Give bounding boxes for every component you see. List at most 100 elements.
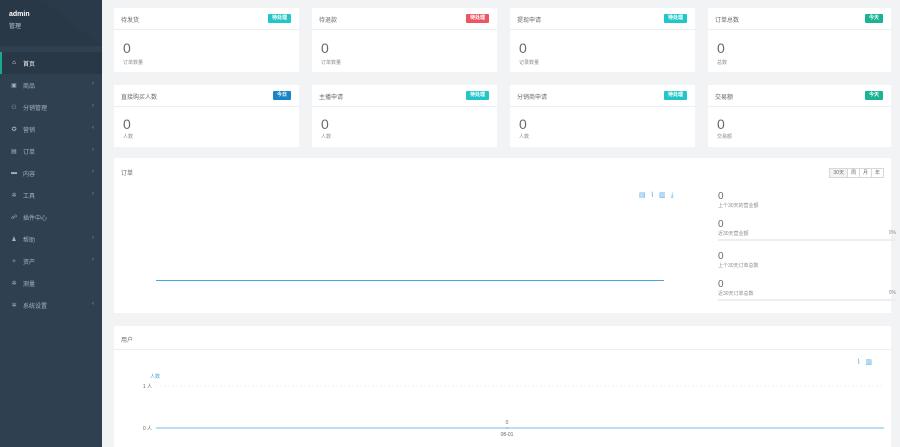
card-title: 交易额	[715, 95, 734, 101]
sidebar-item[interactable]: ▤ 订单 ‹	[0, 140, 102, 162]
range-switch: 30天 周 月 年	[829, 168, 884, 178]
status-badge: 待处理	[267, 14, 291, 23]
status-badge: 今日	[272, 91, 291, 100]
card-value: 0	[717, 116, 725, 132]
sidebar-nav: ⌂ 首页 ▣ 商品 ‹ ⚇ 分销管理 ‹ ✪ 营销 ‹ ▤ 订单 ‹ ▬ 内容 ‹ ✲ 工具 ‹ ☍ 插件中心 ♟ 帮助 ‹ ✧ 资…	[0, 46, 102, 316]
users-panel: 用户 ⌇▥ 人数 1 人0 人 0 08-01	[114, 326, 891, 447]
sidebar-item[interactable]: ✧ 资产 ‹	[0, 250, 102, 272]
chevron-left-icon: ‹	[92, 169, 94, 175]
orders-chart-baseline	[156, 280, 664, 281]
card-title: 待退款	[319, 18, 338, 24]
measure-icon: ✲	[11, 280, 17, 287]
y-tick-label: 0 人	[143, 426, 152, 432]
sidebar-item[interactable]: ⚇ 分销管理 ‹	[0, 96, 102, 118]
plugin-icon: ☍	[10, 214, 18, 221]
sidebar-item-label: 分销管理	[23, 105, 48, 112]
download-icon[interactable]: ⤓	[671, 192, 679, 199]
chevron-left-icon: ‹	[92, 191, 94, 197]
sidebar-item-label: 帮助	[23, 237, 36, 244]
status-badge: 待处理	[465, 91, 489, 100]
stat-percent: 0%	[888, 290, 896, 296]
sidebar-item-label: 系统设置	[23, 303, 48, 310]
progress-bar	[718, 239, 896, 241]
status-badge: 待处理	[663, 14, 687, 23]
chevron-left-icon: ‹	[92, 103, 94, 109]
profile-decoration	[42, 0, 102, 46]
card-title: 主播申请	[319, 95, 344, 101]
user-name: admin	[9, 11, 30, 18]
tools-icon: ✲	[11, 192, 17, 199]
sidebar-item[interactable]: ☍ 插件中心	[0, 206, 102, 228]
line-chart-icon[interactable]: ⌇	[651, 192, 659, 199]
card-subtitle: 人数	[123, 134, 134, 140]
status-badge: 待处理	[465, 14, 489, 23]
stat-percent: 0%	[888, 230, 896, 236]
sidebar-item[interactable]: ▬ 内容 ‹	[0, 162, 102, 184]
chart-toolbox: ▤⌇▥⤓	[639, 191, 679, 200]
stat-prev-revenue: 0 上个30天的营业额	[718, 191, 896, 209]
content-icon: ▬	[11, 170, 17, 176]
chevron-left-icon: ‹	[92, 147, 94, 153]
sidebar-item-label: 营销	[23, 127, 36, 134]
sidebar-item[interactable]: ▣ 商品 ‹	[0, 74, 102, 96]
range-button[interactable]: 年	[870, 168, 884, 178]
sidebar-item-label: 插件中心	[23, 215, 48, 222]
marketing-icon: ✪	[11, 126, 17, 133]
card-subtitle: 订单数量	[123, 60, 144, 66]
status-badge: 今天	[864, 91, 883, 100]
card-value: 0	[321, 116, 329, 132]
stat-label: 近30天订单总数 0%	[718, 290, 896, 297]
bar-chart-icon[interactable]: ▥	[659, 192, 671, 199]
chevron-left-icon: ‹	[92, 125, 94, 131]
help-icon: ♟	[11, 236, 17, 243]
card-withdraw-request: 提现申请 待处理 0 记录数量	[510, 8, 695, 72]
y-tick-label: 1 人	[143, 384, 152, 390]
sidebar-item-label: 订单	[23, 149, 36, 156]
x-tick-label: 08-01	[501, 432, 514, 438]
sidebar-item-label: 资产	[23, 259, 36, 266]
stat-label: 上个30天的营业额	[718, 203, 759, 209]
sidebar-item[interactable]: ♟ 帮助 ‹	[0, 228, 102, 250]
chevron-left-icon: ‹	[92, 301, 94, 307]
stat-label: 近30天营业额 0%	[718, 230, 896, 237]
distribution-icon: ⚇	[11, 104, 17, 111]
card-subtitle: 记录数量	[519, 60, 540, 66]
range-button[interactable]: 30天	[829, 168, 848, 178]
chevron-left-icon: ‹	[92, 235, 94, 241]
users-title: 用户	[121, 338, 134, 344]
stat-recent-orders: 0 近30天订单总数 0%	[718, 279, 896, 301]
user-profile[interactable]: admin 管理	[0, 0, 102, 46]
sidebar-item[interactable]: ✲ 工具 ‹	[0, 184, 102, 206]
order-icon: ▤	[11, 148, 17, 155]
sidebar-item[interactable]: ⌂ 首页	[0, 52, 102, 74]
series-label: 人数	[150, 373, 160, 380]
card-pending-shipment: 待发货 待处理 0 订单数量	[114, 8, 299, 72]
card-subtitle: 人数	[321, 134, 332, 140]
assets-icon: ✧	[11, 258, 17, 265]
sidebar-item[interactable]: ✪ 营销 ‹	[0, 118, 102, 140]
data-view-icon[interactable]: ▤	[639, 192, 651, 199]
orders-panel: 订单 30天 周 月 年 ▤⌇▥⤓ 0 上个30天的营业额 0 近30天营业额 0…	[114, 158, 896, 313]
card-subtitle: 人数	[519, 134, 530, 140]
card-direct-buyers: 直接购买人数 今日 0 人数	[114, 85, 299, 147]
card-value: 0	[123, 116, 131, 132]
user-role: 管理	[9, 24, 22, 30]
stat-value: 0	[718, 251, 724, 262]
card-value: 0	[321, 40, 329, 56]
chevron-left-icon: ‹	[92, 81, 94, 87]
sidebar-item[interactable]: ✲ 测量	[0, 272, 102, 294]
orders-title: 订单	[121, 171, 134, 177]
home-icon: ⌂	[12, 60, 16, 66]
chevron-left-icon: ‹	[92, 257, 94, 263]
sidebar-item-label: 内容	[23, 171, 36, 178]
card-title: 待发货	[121, 18, 140, 24]
card-title: 分销商申请	[517, 95, 548, 101]
card-pending-refund: 待退款 待处理 0 订单数量	[312, 8, 497, 72]
data-label: 0	[506, 420, 509, 426]
data-point	[506, 427, 508, 429]
stat-value: 0	[718, 279, 724, 290]
sidebar-item[interactable]: ✲ 系统设置 ‹	[0, 294, 102, 316]
stat-prev-orders: 0 上个30天订单总数	[718, 251, 896, 269]
stat-value: 0	[718, 191, 724, 202]
stat-value: 0	[718, 219, 724, 230]
